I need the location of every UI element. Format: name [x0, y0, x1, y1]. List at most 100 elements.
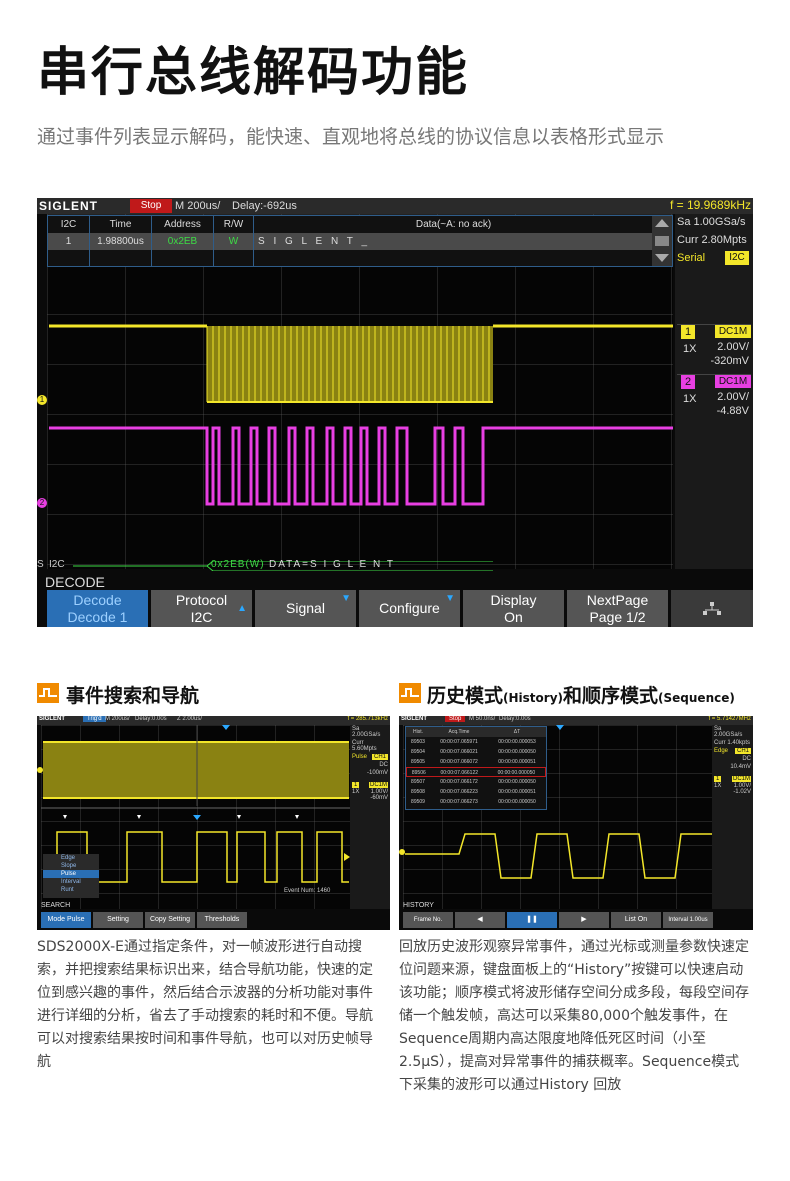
- col-header-rw: R/W: [214, 216, 254, 233]
- ch1-probe: 1X: [683, 343, 697, 355]
- softkey-display-label: Display: [490, 592, 537, 608]
- scroll-down-icon[interactable]: [655, 254, 669, 262]
- title-history-en: (History): [503, 691, 564, 705]
- ch1-offset: -1.02V: [733, 789, 751, 795]
- menu-item-interval: Interval: [61, 879, 81, 885]
- softkey-list[interactable]: List On: [611, 912, 661, 928]
- event-count: Event Num: 1460: [284, 888, 331, 894]
- title-history: 历史模式: [427, 685, 504, 707]
- bus-address: 0x2EB(W): [211, 559, 265, 570]
- softkey-mode[interactable]: Mode Pulse: [41, 912, 91, 928]
- pulse-icon: [37, 683, 59, 703]
- menu-title: SEARCH: [41, 902, 71, 909]
- ch2-level-marker[interactable]: 2: [37, 498, 47, 508]
- prev-frame-button[interactable]: ◀: [455, 912, 505, 928]
- next-frame-button[interactable]: ▶: [559, 912, 609, 928]
- cell-rw: W: [214, 233, 254, 250]
- softkey-copy-setting[interactable]: Copy Setting: [145, 912, 195, 928]
- title-sequence: 和顺序模式: [563, 685, 659, 707]
- col-header-address: Address: [152, 216, 214, 233]
- softkey-signal[interactable]: Signal ▼: [255, 590, 356, 627]
- ch1-offset: -320mV: [710, 355, 749, 367]
- pulse-icon: [399, 683, 421, 703]
- table-row[interactable]: 1 1.98800us 0x2EB W S I G L E N T _: [48, 233, 654, 250]
- trigger-level: 10.4mV: [730, 764, 751, 770]
- softkey-interval[interactable]: Interval 1.00us: [663, 912, 713, 928]
- main-scope-screenshot: SIGLENT Stop M 200us/ Delay:-692us f = 1…: [37, 198, 753, 627]
- table-row-empty: [48, 250, 654, 267]
- table-scrollbar[interactable]: [652, 216, 672, 266]
- sample-rate: Sa 2.00GSa/s: [352, 726, 381, 738]
- network-icon[interactable]: [671, 590, 753, 627]
- menu-title: DECODE: [45, 574, 105, 590]
- pause-button[interactable]: ❚❚: [507, 912, 557, 928]
- ch1-level-marker[interactable]: 1: [37, 395, 47, 405]
- sample-rate: Sa 2.00GSa/s: [714, 726, 743, 738]
- softkey-signal-label: Signal: [286, 600, 325, 616]
- i2c-event-table: I2C Time Address R/W Data(~A: no ack) 1 …: [47, 215, 673, 267]
- ch1-info: 1 DC1M: [352, 782, 388, 788]
- search-scope-screenshot: SIGLENT Trig'd M 200us/ Delay:0.00s Z 2.…: [37, 716, 390, 930]
- history-list-table[interactable]: Hist. Acq.Time ΔT 89503 00:00:07.065971 00…: [405, 726, 547, 810]
- col-header-i2c: I2C: [48, 216, 90, 233]
- history-scope-screenshot: SIGLENT Stop M 50.0ns/ Delay:0.00s f = 5…: [399, 716, 753, 930]
- cell-data: S I G L E N T _: [254, 233, 654, 250]
- col-header-time: Time: [90, 216, 152, 233]
- section-title-search: 事件搜索和导航: [66, 685, 200, 707]
- softkey-decode-label: Decode: [73, 592, 122, 608]
- page-title: 串行总线解码功能: [37, 43, 470, 103]
- down-arrow-icon: ▼: [445, 593, 455, 604]
- bus-data-text: DATA=S I G L E N T: [269, 559, 395, 570]
- softkey-frame-no[interactable]: Frame No. 1605/29140: [403, 912, 453, 928]
- table-row: 89505 00:00:07.066072 00:00:00.000051: [411, 759, 536, 765]
- ch2-offset: -4.88V: [716, 405, 749, 417]
- memory-depth: Curr 2.80Mpts: [677, 234, 747, 246]
- ch1-offset: -60mV: [370, 795, 388, 801]
- table-row-selected: 89506 00:00:07.066122 00:00:00.000050: [406, 767, 546, 777]
- table-header: I2C Time Address R/W Data(~A: no ack): [48, 216, 654, 233]
- ch1-burst-fill: [207, 326, 493, 402]
- right-info-panel: Sa 1.00GSa/s Curr 2.80Mpts Serial I2C 1 …: [675, 214, 753, 569]
- softkey-nextpage[interactable]: NextPage Page 1/2: [567, 590, 668, 627]
- memory-depth: Curr 5.60Mpts: [352, 740, 377, 752]
- bus-name: I2C: [49, 559, 65, 570]
- up-arrow-icon: ▲: [237, 603, 247, 614]
- table-row: 89507 00:00:07.066172 00:00:00.000050: [411, 779, 536, 785]
- trigger-coupling: DC: [742, 756, 751, 762]
- trigger-level: -100mV: [366, 770, 388, 776]
- softkey-decode[interactable]: Decode Decode 1: [47, 590, 148, 627]
- ch1-settings[interactable]: 1 DC1M 1X 2.00V/ -320mV: [677, 324, 751, 370]
- softkey-setting[interactable]: Setting: [93, 912, 143, 928]
- cell-time: 1.98800us: [90, 233, 152, 250]
- cell-address: 0x2EB: [152, 233, 214, 250]
- softkey-configure[interactable]: Configure ▼: [359, 590, 460, 627]
- down-arrow-icon: ▼: [341, 593, 351, 604]
- page-subtitle: 通过事件列表显示解码，能快速、直观地将总线的协议信息以表格形式显示: [37, 126, 665, 148]
- decode-bus-line: S I2C 0x2EB(W) DATA=S I G L E N T: [37, 559, 753, 573]
- menu-item-runt: Runt: [61, 887, 74, 893]
- memory-depth: Curr 1.40kpts: [714, 740, 751, 746]
- col-header-data: Data(~A: no ack): [254, 216, 654, 233]
- section-title-history: 历史模式(History)和顺序模式(Sequence): [427, 681, 735, 708]
- softkey-nextpage-label: NextPage: [586, 592, 649, 608]
- bus-prefix: S: [37, 559, 44, 570]
- table-row: 89508 00:00:07.066223 00:00:00.000051: [411, 789, 536, 795]
- softkey-thresholds[interactable]: Thresholds: [197, 912, 247, 928]
- ch2-settings[interactable]: 2 DC1M 1X 2.00V/ -4.88V: [677, 374, 751, 420]
- description-search: SDS2000X-E通过指定条件，对一帧波形进行自动搜索，并把搜索结果标识出来，…: [37, 939, 373, 1070]
- description-history: 回放历史波形观察异常事件，通过光标或测量参数快速定位问题来源，键盘面板上的“Hi…: [399, 939, 749, 1093]
- softkey-protocol[interactable]: Protocol I2C ▲: [151, 590, 252, 627]
- ch1-volts-div: 2.00V/: [717, 341, 749, 353]
- scroll-up-icon[interactable]: [655, 219, 669, 227]
- scroll-thumb[interactable]: [655, 236, 669, 246]
- search-type-menu[interactable]: Edge Slope Pulse Interval Runt: [43, 854, 99, 898]
- menu-item-edge: Edge: [61, 855, 76, 861]
- ch2-number: 2: [681, 375, 695, 389]
- ch2-coupling: DC1M: [715, 375, 751, 388]
- sample-rate: Sa 1.00GSa/s: [677, 216, 746, 228]
- ch1-coupling: DC1M: [715, 325, 751, 338]
- softkey-display[interactable]: Display On: [463, 590, 564, 627]
- serial-protocol-badge: I2C: [725, 251, 749, 265]
- ch2-probe: 1X: [683, 393, 697, 405]
- mini-right-panel: Sa 2.00GSa/s Curr 5.60Mpts Pulse CH1 DC …: [350, 725, 390, 909]
